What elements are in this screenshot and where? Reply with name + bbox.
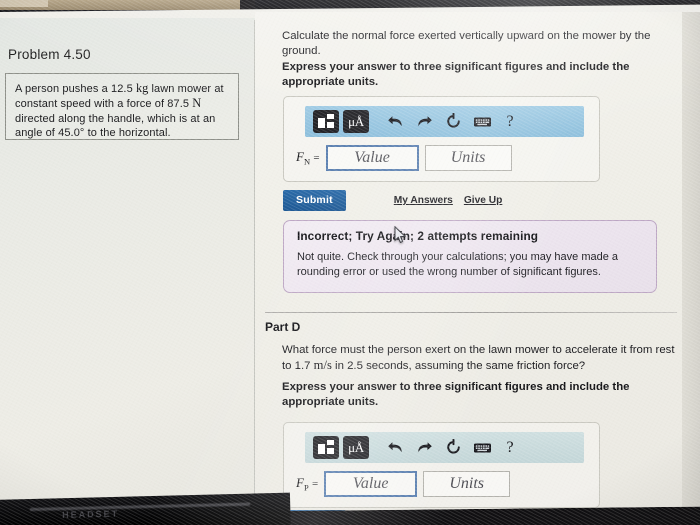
part-c-equals-sign: = [313, 152, 320, 165]
part-c-variable-label: FN = [296, 149, 320, 167]
part-c-submit-button[interactable]: Submit [283, 190, 346, 211]
part-c-answer-row: FN = Value Units [296, 145, 512, 171]
monitor-photo: Problem 4.50 A person pushes a 12.5 kg l… [0, 0, 700, 525]
help-icon[interactable]: ? [499, 113, 521, 131]
part-c-my-answers-link[interactable]: My Answers [394, 195, 453, 206]
units-micro-angstrom-icon[interactable]: μÅ [343, 110, 369, 133]
part-c-answer-toolbar: μÅ ? [305, 106, 584, 137]
keyboard-icon[interactable] [470, 110, 495, 134]
content-pane: Calculate the normal force exerted verti… [255, 12, 700, 515]
keyboard-icon[interactable] [470, 436, 495, 460]
part-c-feedback-banner: Incorrect; Try Again; 2 attempts remaini… [283, 220, 657, 293]
help-icon[interactable]: ? [499, 439, 521, 457]
mouse-cursor [394, 225, 407, 244]
template-grid-icon[interactable] [313, 110, 339, 133]
part-d-units-input[interactable]: Units [423, 471, 511, 497]
part-d-value-input[interactable]: Value [324, 471, 418, 497]
part-d-variable-label: FP = [296, 475, 318, 493]
problem-unit-newton: N [192, 96, 202, 111]
part-d-question-part-2: in 2.5 seconds, assuming the same fricti… [331, 360, 586, 373]
part-d-answer-row: FP = Value Units [296, 471, 511, 497]
desk-highlight [0, 0, 48, 7]
feedback-title: Incorrect; Try Again; 2 attempts remaini… [297, 229, 539, 243]
template-grid-icon[interactable] [313, 436, 339, 459]
undo-icon[interactable] [383, 110, 408, 134]
feedback-body: Not quite. Check through your calculatio… [297, 251, 619, 278]
problem-pane: Problem 4.50 A person pushes a 12.5 kg l… [0, 18, 258, 515]
part-c-instruction-text: Express your answer to three significant… [282, 61, 630, 89]
part-c-question-text: Calculate the normal force exerted verti… [282, 30, 651, 58]
problem-title: Problem 4.50 [8, 47, 91, 62]
part-d-question-text: What force must the person exert on the … [282, 343, 687, 375]
part-c-variable-symbol: F [296, 149, 304, 165]
part-c-give-up-link[interactable]: Give Up [464, 195, 503, 206]
part-d-heading: Part D [265, 320, 301, 334]
part-c-units-input[interactable]: Units [424, 145, 512, 171]
units-icon-label: μÅ [348, 114, 364, 129]
problem-statement-text: A person pushes a 12.5 kg lawn mower at … [15, 81, 229, 141]
part-d-action-row: Submit My Answers Give Up [283, 510, 583, 515]
part-c-answer-widget: μÅ ? FN = Value Units [283, 96, 600, 182]
part-d-variable-subscript: P [303, 482, 309, 493]
problem-text-part-1: A person pushes a 12.5 [15, 83, 136, 95]
section-divider [265, 312, 677, 313]
part-c-action-row: Submit My Answers Give Up [283, 190, 583, 211]
part-c-value-input[interactable]: Value [325, 145, 419, 171]
part-d-variable-symbol: F [296, 475, 304, 491]
problem-unit-kg: kg [135, 81, 149, 95]
undo-icon[interactable] [383, 436, 408, 460]
redo-icon[interactable] [412, 436, 437, 460]
units-micro-angstrom-icon[interactable]: μÅ [343, 436, 369, 459]
part-d-answer-toolbar: μÅ ? [305, 432, 584, 463]
redo-icon[interactable] [412, 110, 437, 134]
reset-icon[interactable] [441, 436, 466, 460]
part-d-submit-button[interactable]: Submit [283, 510, 346, 515]
reset-icon[interactable] [441, 110, 466, 134]
monitor-screen: Problem 4.50 A person pushes a 12.5 kg l… [0, 4, 700, 515]
problem-text-part-3: directed along the handle, which is at a… [15, 112, 216, 140]
problem-statement-box: A person pushes a 12.5 kg lawn mower at … [5, 73, 239, 140]
part-c-variable-subscript: N [303, 156, 311, 167]
units-icon-label: μÅ [348, 440, 364, 455]
page-right-margin [682, 12, 700, 515]
part-d-answer-widget: μÅ ? FP = Value Units [283, 422, 600, 508]
part-d-unit-mps: m/s [313, 358, 332, 373]
part-d-instruction-text: Express your answer to three significant… [282, 381, 630, 409]
part-d-equals-sign: = [311, 478, 319, 491]
